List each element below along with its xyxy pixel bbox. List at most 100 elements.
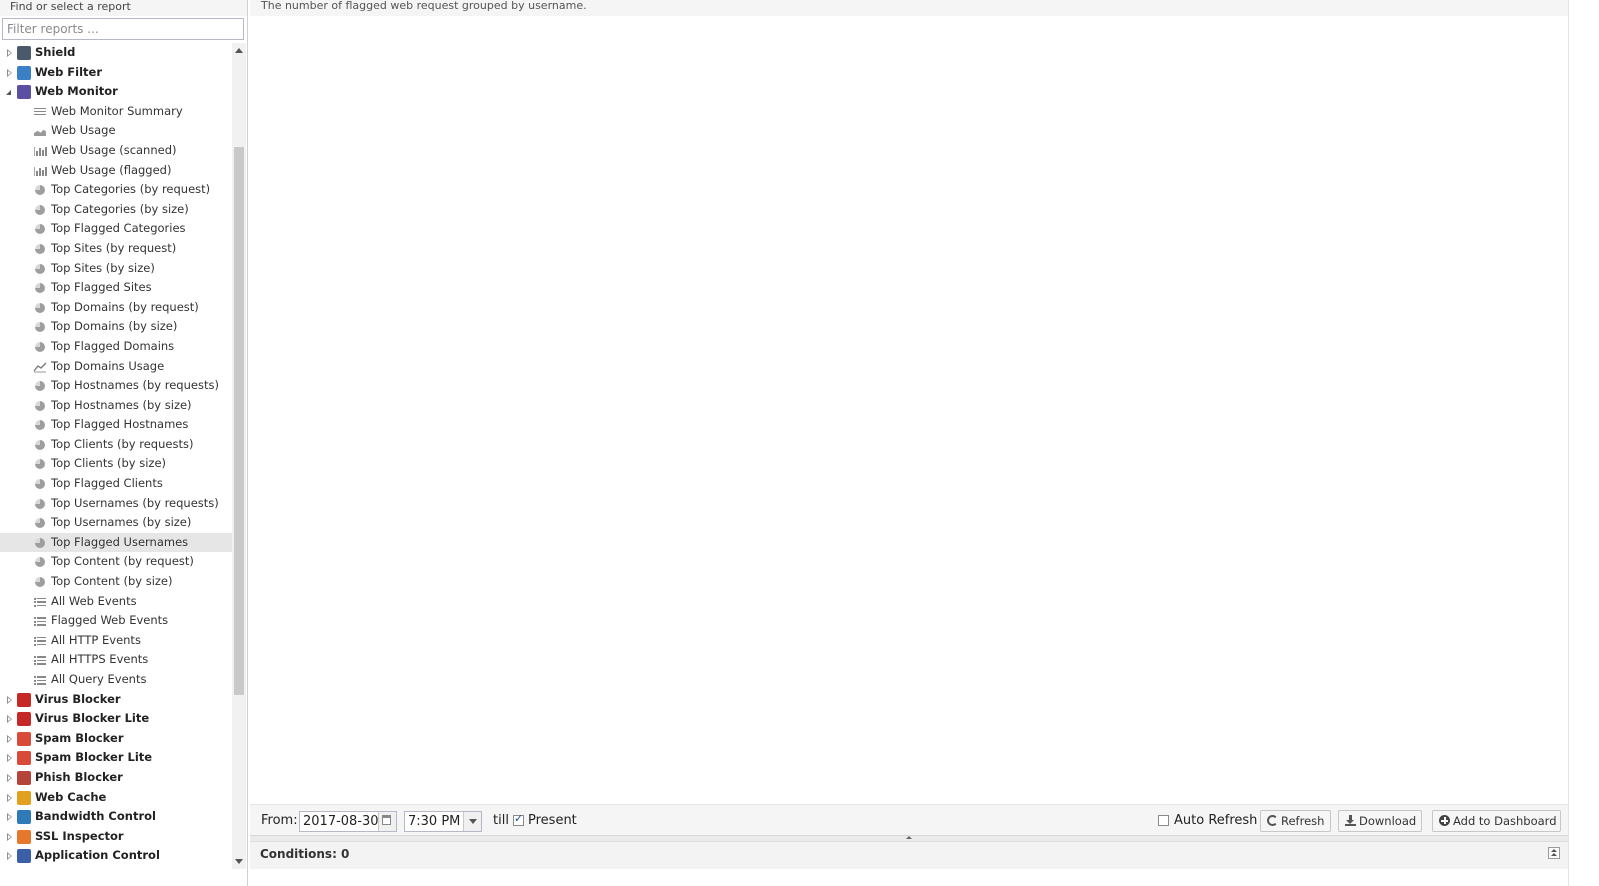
- category-web-cache[interactable]: Web Cache: [0, 788, 232, 808]
- calendar-icon[interactable]: [378, 812, 396, 831]
- report-item[interactable]: Top Domains (by size): [0, 317, 232, 337]
- pie-chart-icon: [33, 516, 47, 530]
- report-item[interactable]: Top Flagged Sites: [0, 278, 232, 298]
- pie-chart-icon: [33, 399, 47, 413]
- from-date-field[interactable]: 2017-08-30: [299, 811, 397, 832]
- expand-triangle-icon[interactable]: [5, 709, 13, 729]
- report-item[interactable]: Top Categories (by request): [0, 180, 232, 200]
- report-item[interactable]: Top Hostnames (by size): [0, 396, 232, 416]
- report-item[interactable]: Top Categories (by size): [0, 200, 232, 220]
- report-item-label: Top Sites (by size): [51, 260, 155, 275]
- report-item[interactable]: Web Usage: [0, 121, 232, 141]
- category-label: Application Control: [35, 848, 160, 863]
- download-button-label: Download: [1359, 814, 1417, 828]
- report-item[interactable]: Top Flagged Domains: [0, 337, 232, 357]
- pie-chart-icon: [33, 555, 47, 569]
- scroll-up-arrow-icon[interactable]: [235, 48, 243, 53]
- report-item[interactable]: Top Flagged Clients: [0, 474, 232, 494]
- category-bandwidth-control[interactable]: Bandwidth Control: [0, 807, 232, 827]
- add-to-dashboard-button[interactable]: Add to Dashboard: [1432, 810, 1561, 832]
- from-date-value: 2017-08-30: [303, 814, 379, 829]
- report-item[interactable]: All HTTPS Events: [0, 650, 232, 670]
- report-item[interactable]: All Web Events: [0, 592, 232, 612]
- refresh-button[interactable]: Refresh: [1260, 810, 1331, 832]
- category-label: Spam Blocker Lite: [35, 750, 153, 765]
- category-label: Shield: [35, 45, 76, 59]
- report-item[interactable]: Top Domains (by request): [0, 298, 232, 318]
- scroll-down-arrow-icon[interactable]: [235, 859, 243, 864]
- report-item[interactable]: Top Content (by request): [0, 552, 232, 572]
- category-web-filter[interactable]: Web Filter: [0, 63, 232, 83]
- report-item[interactable]: Top Domains Usage: [0, 357, 232, 377]
- from-time-value: 7:30 PM: [408, 814, 461, 829]
- virus-blocker-icon: [17, 692, 31, 707]
- virus-blocker-lite-icon: [17, 712, 31, 727]
- expand-triangle-icon[interactable]: [5, 63, 13, 83]
- report-item-label: All Query Events: [51, 672, 147, 686]
- category-virus-blocker[interactable]: Virus Blocker: [0, 690, 232, 710]
- collapse-triangle-icon[interactable]: [5, 82, 13, 102]
- category-spam-blocker-lite[interactable]: Spam Blocker Lite: [0, 748, 232, 768]
- report-item-label: Web Usage (scanned): [51, 142, 177, 157]
- conditions-panel-header[interactable]: Conditions: 0: [250, 841, 1568, 869]
- category-web-monitor[interactable]: Web Monitor: [0, 82, 232, 102]
- report-item-label: Top Domains Usage: [51, 358, 165, 373]
- report-item[interactable]: Web Usage (flagged): [0, 161, 232, 181]
- report-item-label: Top Clients (by size): [51, 456, 167, 471]
- report-item[interactable]: Top Flagged Categories: [0, 219, 232, 239]
- chevron-down-icon[interactable]: [463, 812, 481, 831]
- expand-triangle-icon[interactable]: [5, 768, 13, 788]
- auto-refresh-checkbox[interactable]: [1158, 815, 1169, 826]
- report-item[interactable]: Web Monitor Summary: [0, 102, 232, 122]
- report-item-label: Web Usage: [51, 123, 116, 138]
- report-item[interactable]: Top Usernames (by requests): [0, 494, 232, 514]
- category-label: Web Cache: [35, 789, 107, 804]
- category-application-control[interactable]: Application Control: [0, 846, 232, 866]
- report-item[interactable]: All HTTP Events: [0, 631, 232, 651]
- report-item[interactable]: Top Clients (by requests): [0, 435, 232, 455]
- category-spam-blocker[interactable]: Spam Blocker: [0, 729, 232, 749]
- report-item-label: Top Domains (by size): [51, 319, 178, 334]
- category-phish-blocker[interactable]: Phish Blocker: [0, 768, 232, 788]
- from-label: From:: [261, 813, 298, 828]
- category-virus-blocker-lite[interactable]: Virus Blocker Lite: [0, 709, 232, 729]
- category-label: Spam Blocker: [35, 730, 124, 745]
- category-shield[interactable]: Shield: [0, 43, 232, 63]
- report-item[interactable]: Top Usernames (by size): [0, 513, 232, 533]
- expand-triangle-icon[interactable]: [5, 788, 13, 808]
- report-item[interactable]: All Query Events: [0, 670, 232, 690]
- report-item[interactable]: Flagged Web Events: [0, 611, 232, 631]
- expand-icon[interactable]: [1548, 847, 1560, 859]
- report-item[interactable]: Web Usage (scanned): [0, 141, 232, 161]
- report-item[interactable]: Top Content (by size): [0, 572, 232, 592]
- report-item-label: All HTTP Events: [51, 632, 141, 647]
- scroll-thumb[interactable]: [234, 147, 244, 695]
- expand-triangle-icon[interactable]: [5, 690, 13, 710]
- present-checkbox[interactable]: [513, 812, 524, 826]
- report-item[interactable]: Top Clients (by size): [0, 454, 232, 474]
- tree-scrollbar[interactable]: [232, 43, 246, 869]
- report-item-label: All Web Events: [51, 593, 137, 608]
- expand-triangle-icon[interactable]: [5, 748, 13, 768]
- expand-triangle-icon[interactable]: [5, 846, 13, 866]
- pie-chart-icon: [33, 262, 47, 276]
- expand-triangle-icon[interactable]: [5, 827, 13, 847]
- report-item[interactable]: Top Sites (by size): [0, 259, 232, 279]
- download-button[interactable]: Download: [1338, 810, 1422, 832]
- expand-triangle-icon[interactable]: [5, 43, 13, 63]
- line-chart-icon: [33, 360, 47, 374]
- report-item[interactable]: Top Flagged Usernames: [0, 532, 232, 553]
- report-item[interactable]: Top Sites (by request): [0, 239, 232, 259]
- collapse-arrow-icon[interactable]: [906, 836, 912, 839]
- report-item[interactable]: Top Hostnames (by requests): [0, 376, 232, 396]
- expand-triangle-icon[interactable]: [5, 729, 13, 749]
- panel-title: Find or select a report: [0, 0, 247, 16]
- category-label: Web Monitor: [35, 84, 118, 99]
- report-chart-area: [250, 17, 1568, 804]
- filter-reports-input[interactable]: [2, 18, 244, 40]
- report-item[interactable]: Top Flagged Hostnames: [0, 415, 232, 435]
- expand-triangle-icon[interactable]: [5, 807, 13, 827]
- bar-chart-icon: [33, 164, 47, 178]
- category-ssl-inspector[interactable]: SSL Inspector: [0, 827, 232, 847]
- from-time-field[interactable]: 7:30 PM: [404, 811, 482, 832]
